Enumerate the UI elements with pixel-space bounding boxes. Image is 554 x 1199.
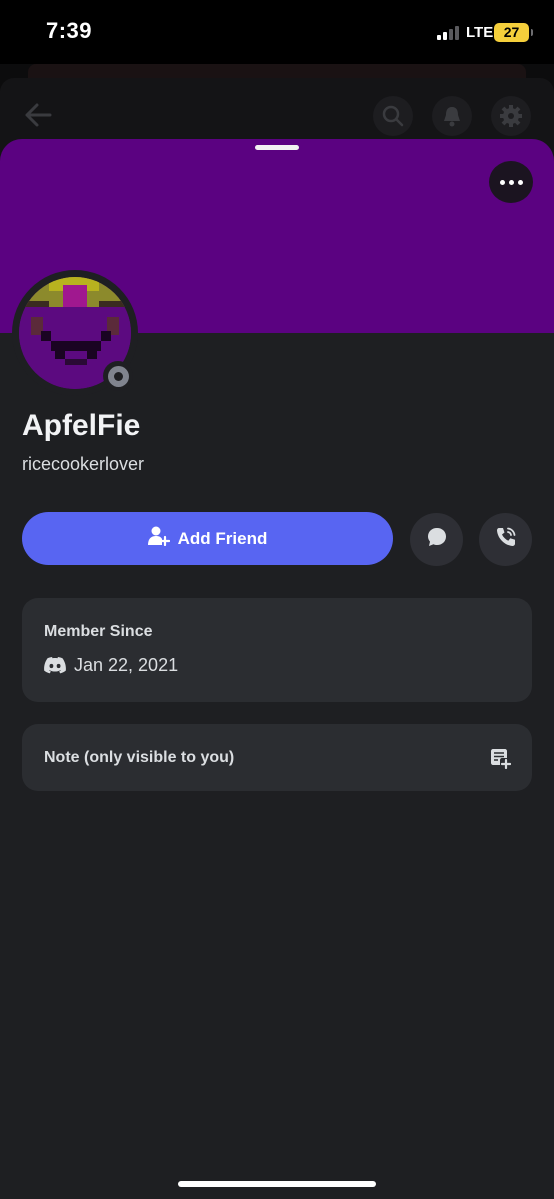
battery-icon: 27 (494, 23, 533, 42)
message-button[interactable] (410, 513, 463, 566)
add-friend-label: Add Friend (177, 528, 268, 548)
phone-call-icon (495, 526, 517, 553)
bell-icon[interactable] (432, 96, 472, 136)
back-arrow-icon[interactable] (22, 100, 54, 135)
sheet-drag-handle[interactable] (255, 145, 299, 150)
add-friend-icon (147, 526, 170, 551)
gear-icon[interactable] (491, 96, 531, 136)
member-since-date: Jan 22, 2021 (74, 655, 179, 675)
screen: 7:39 LTE 27 ApfelFie ricecookerlover Add… (0, 0, 554, 1199)
add-note-icon[interactable] (489, 747, 512, 774)
presence-indicator (103, 361, 133, 391)
member-since-card: Member Since Jan 22, 2021 (22, 598, 532, 702)
more-dots-icon (499, 179, 505, 185)
member-since-title: Member Since (44, 623, 153, 640)
cellular-signal-icon (437, 26, 463, 40)
search-icon[interactable] (373, 96, 413, 136)
background-notice-strip (28, 64, 526, 78)
note-card[interactable]: Note (only visible to you) (22, 724, 532, 791)
status-bar: 7:39 LTE 27 (0, 0, 554, 64)
chat-bubble-icon (427, 527, 447, 552)
discord-logo-icon (44, 657, 66, 679)
voice-call-button[interactable] (479, 513, 532, 566)
status-time: 7:39 (46, 18, 93, 43)
note-label: Note (only visible to you) (44, 749, 235, 766)
home-indicator[interactable] (178, 1181, 376, 1187)
username: ricecookerlover (22, 454, 145, 474)
add-friend-button[interactable]: Add Friend (22, 512, 393, 565)
display-name: ApfelFie (22, 409, 141, 442)
offline-status-icon (107, 365, 129, 387)
network-type: LTE (466, 24, 494, 41)
profile-sheet: ApfelFie ricecookerlover Add Friend Memb… (0, 139, 554, 1199)
more-options-button[interactable] (489, 161, 533, 203)
